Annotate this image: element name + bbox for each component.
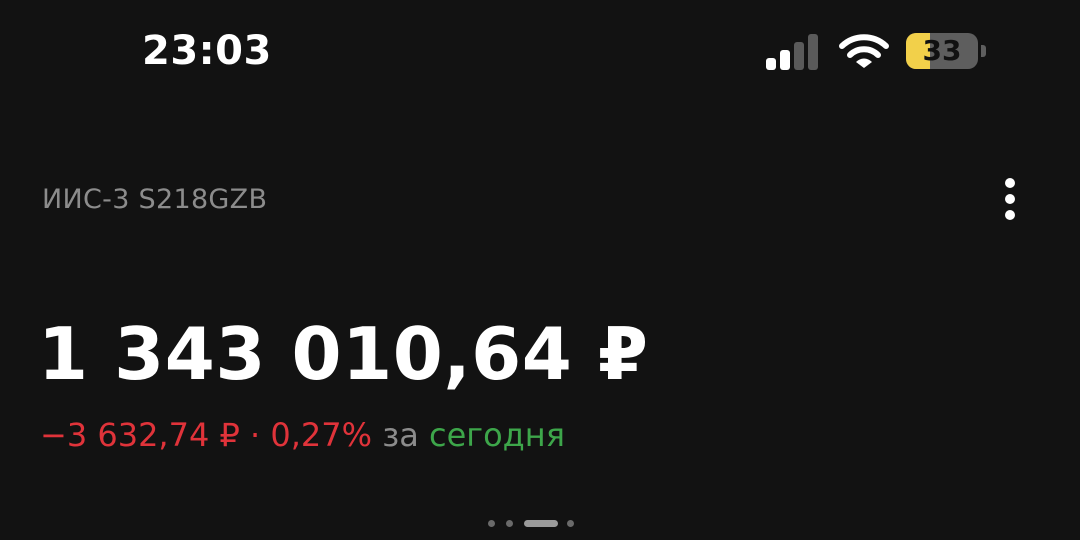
signal-bar-4: [808, 34, 818, 70]
page-dot-2: [506, 520, 513, 527]
wifi-icon: [839, 34, 889, 68]
account-name: ИИС-3 S218GZB: [42, 184, 268, 215]
page-dot-active: [524, 520, 558, 527]
more-options-button[interactable]: [992, 176, 1028, 222]
battery-icon: 33: [906, 33, 988, 71]
change-amount: −3 632,74 ₽ · 0,27%: [40, 416, 373, 454]
more-vertical-icon-dot-2: [1005, 194, 1015, 204]
cellular-signal-icon: [766, 34, 822, 70]
signal-bar-2: [780, 50, 790, 70]
battery-body: 33: [906, 33, 978, 69]
battery-tip: [981, 45, 986, 57]
signal-bar-1: [766, 58, 776, 70]
more-vertical-icon: [1005, 178, 1015, 188]
daily-change: −3 632,74 ₽ · 0,27% за сегодня: [40, 416, 565, 454]
page-dot-4: [567, 520, 574, 527]
change-period-label: за: [372, 416, 429, 454]
portfolio-balance: 1 343 010,64 ₽: [38, 312, 649, 396]
battery-level: 33: [922, 34, 962, 67]
change-period-selector[interactable]: сегодня: [429, 416, 565, 454]
more-vertical-icon-dot-3: [1005, 210, 1015, 220]
page-indicator[interactable]: [488, 519, 578, 527]
page-dot-1: [488, 520, 495, 527]
status-time: 23:03: [142, 28, 272, 74]
signal-bar-3: [794, 42, 804, 70]
